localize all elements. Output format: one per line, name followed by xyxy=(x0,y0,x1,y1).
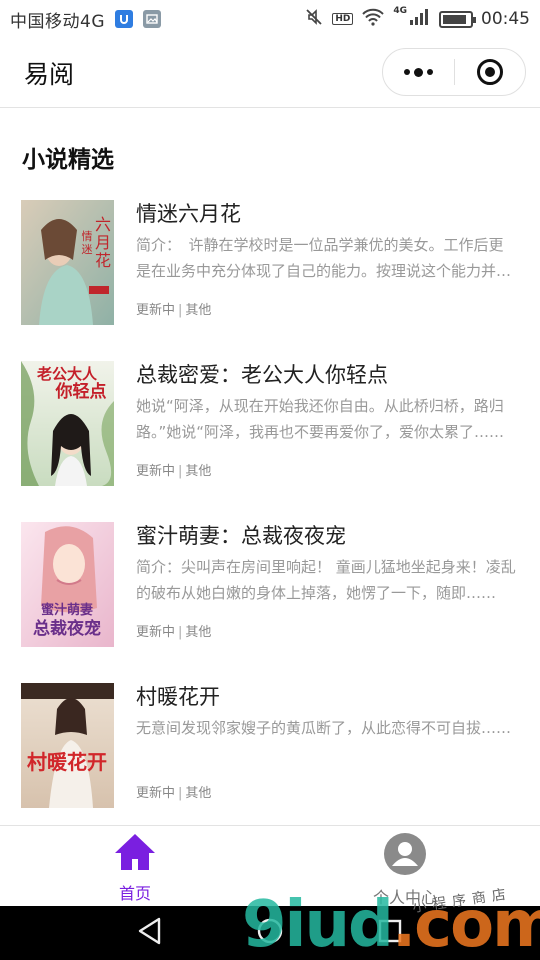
meta-separator: | xyxy=(178,303,183,318)
book-category: 其他 xyxy=(185,303,212,318)
hd-badge: HD xyxy=(332,13,354,25)
svg-text:花: 花 xyxy=(95,251,111,270)
user-icon xyxy=(383,832,427,880)
svg-text:村暖花开: 村暖花开 xyxy=(27,750,107,774)
meta-separator: | xyxy=(178,625,183,640)
book-item[interactable]: 村暖花开 村暖花开 无意间发现邻家嫂子的黄瓜断了，从此恋得不可自拔…… 更新中 |… xyxy=(0,683,540,844)
tab-home[interactable]: 首页 xyxy=(0,826,270,907)
navigation-bar: 易阅 xyxy=(0,38,540,108)
svg-text:月: 月 xyxy=(95,233,111,252)
book-title[interactable]: 村暖花开 xyxy=(136,683,516,711)
book-title[interactable]: 总裁密爱：老公大人你轻点 xyxy=(136,361,516,389)
book-status: 更新中 xyxy=(136,303,176,318)
book-cover[interactable]: 老公大人 你轻点 xyxy=(21,361,114,486)
book-info: 村暖花开 无意间发现邻家嫂子的黄瓜断了，从此恋得不可自拔…… 更新中 | 其他 xyxy=(136,683,516,801)
book-category: 其他 xyxy=(185,625,212,640)
svg-text:情: 情 xyxy=(82,230,93,243)
book-item[interactable]: 老公大人 你轻点 总裁密爱：老公大人你轻点 她说“阿泽，从现在开始我还你自由。从… xyxy=(0,361,540,522)
more-menu-button[interactable] xyxy=(383,49,454,95)
book-status: 更新中 xyxy=(136,625,176,640)
tab-profile[interactable]: 个人中心 xyxy=(270,826,540,907)
back-triangle-icon[interactable] xyxy=(137,917,163,949)
book-item[interactable]: 蜜汁萌妻 总裁夜宠 蜜汁萌妻：总裁夜夜宠 简介：尖叫声在房间里响起！ 童画儿猛地… xyxy=(0,522,540,683)
book-info: 蜜汁萌妻：总裁夜夜宠 简介：尖叫声在房间里响起！ 童画儿猛地坐起身来！凌乱的破布… xyxy=(136,522,516,640)
svg-text:老公大人: 老公大人 xyxy=(36,365,98,383)
signal-icon xyxy=(409,8,431,31)
book-category: 其他 xyxy=(185,786,212,801)
svg-text:六: 六 xyxy=(95,215,111,234)
book-description: 无意间发现邻家嫂子的黄瓜断了，从此恋得不可自拔…… xyxy=(136,719,512,737)
book-cover[interactable]: 六 月 花 情 迷 xyxy=(21,200,114,325)
meta-separator: | xyxy=(178,786,183,801)
book-info: 总裁密爱：老公大人你轻点 她说“阿泽，从现在开始我还你自由。从此桥归桥，路归路。… xyxy=(136,361,516,479)
recents-square-icon[interactable] xyxy=(377,918,403,948)
svg-text:蜜汁萌妻: 蜜汁萌妻 xyxy=(41,602,93,618)
carrier-label: 中国移动4G xyxy=(10,11,105,32)
book-meta: 更新中 | 其他 xyxy=(136,621,516,640)
home-icon xyxy=(113,832,157,876)
system-navigation-bar xyxy=(0,906,540,960)
home-circle-icon[interactable] xyxy=(256,917,284,949)
network-type-label: 4G xyxy=(393,6,407,16)
battery-icon xyxy=(439,10,476,28)
close-program-button[interactable] xyxy=(455,49,526,95)
tab-bar: 首页 个人中心 xyxy=(0,825,540,907)
book-status: 更新中 xyxy=(136,464,176,479)
tab-profile-label: 个人中心 xyxy=(372,888,437,907)
gallery-icon xyxy=(143,10,161,28)
book-cover[interactable]: 村暖花开 xyxy=(21,683,114,808)
book-description: 她说“阿泽，从现在开始我还你自由。从此桥归桥，路归路。”她说“阿泽，我再也不要再… xyxy=(136,397,505,441)
status-time: 00:45 xyxy=(481,9,530,29)
book-description: 简介： 许静在学校时是一位品学兼优的美女。工作后更是在业务中充分体现了自己的能力… xyxy=(136,236,512,280)
meta-separator: | xyxy=(178,464,183,479)
svg-text:你轻点: 你轻点 xyxy=(55,381,107,402)
book-title[interactable]: 情迷六月花 xyxy=(136,200,516,228)
mini-program-capsule xyxy=(382,48,526,96)
book-title[interactable]: 蜜汁萌妻：总裁夜夜宠 xyxy=(136,522,516,550)
more-dots-icon xyxy=(403,67,433,77)
section-title: 小说精选 xyxy=(22,147,114,173)
book-category: 其他 xyxy=(185,464,212,479)
book-list: 六 月 花 情 迷 情迷六月花 简介： 许静在学校时是一位品学兼优的美女。工作后… xyxy=(0,200,540,844)
status-bar: 中国移动4G HD 4G 00:45 xyxy=(0,0,540,38)
book-item[interactable]: 六 月 花 情 迷 情迷六月花 简介： 许静在学校时是一位品学兼优的美女。工作后… xyxy=(0,200,540,361)
book-status: 更新中 xyxy=(136,786,176,801)
svg-text:迷: 迷 xyxy=(82,243,93,256)
book-meta: 更新中 | 其他 xyxy=(136,299,516,318)
svg-text:总裁夜宠: 总裁夜宠 xyxy=(33,618,101,639)
security-app-icon xyxy=(115,10,133,28)
book-meta: 更新中 | 其他 xyxy=(136,460,516,479)
target-close-icon xyxy=(476,59,503,85)
wifi-icon xyxy=(361,8,385,31)
book-info: 情迷六月花 简介： 许静在学校时是一位品学兼优的美女。工作后更是在业务中充分体现… xyxy=(136,200,516,318)
mute-icon xyxy=(304,7,324,32)
page-title: 易阅 xyxy=(24,59,75,89)
book-cover[interactable]: 蜜汁萌妻 总裁夜宠 xyxy=(21,522,114,647)
book-meta: 更新中 | 其他 xyxy=(136,782,516,801)
book-description: 简介：尖叫声在房间里响起！ 童画儿猛地坐起身来！凌乱的破布从她白嫩的身体上掉落，… xyxy=(136,558,516,602)
tab-home-label: 首页 xyxy=(118,884,151,903)
